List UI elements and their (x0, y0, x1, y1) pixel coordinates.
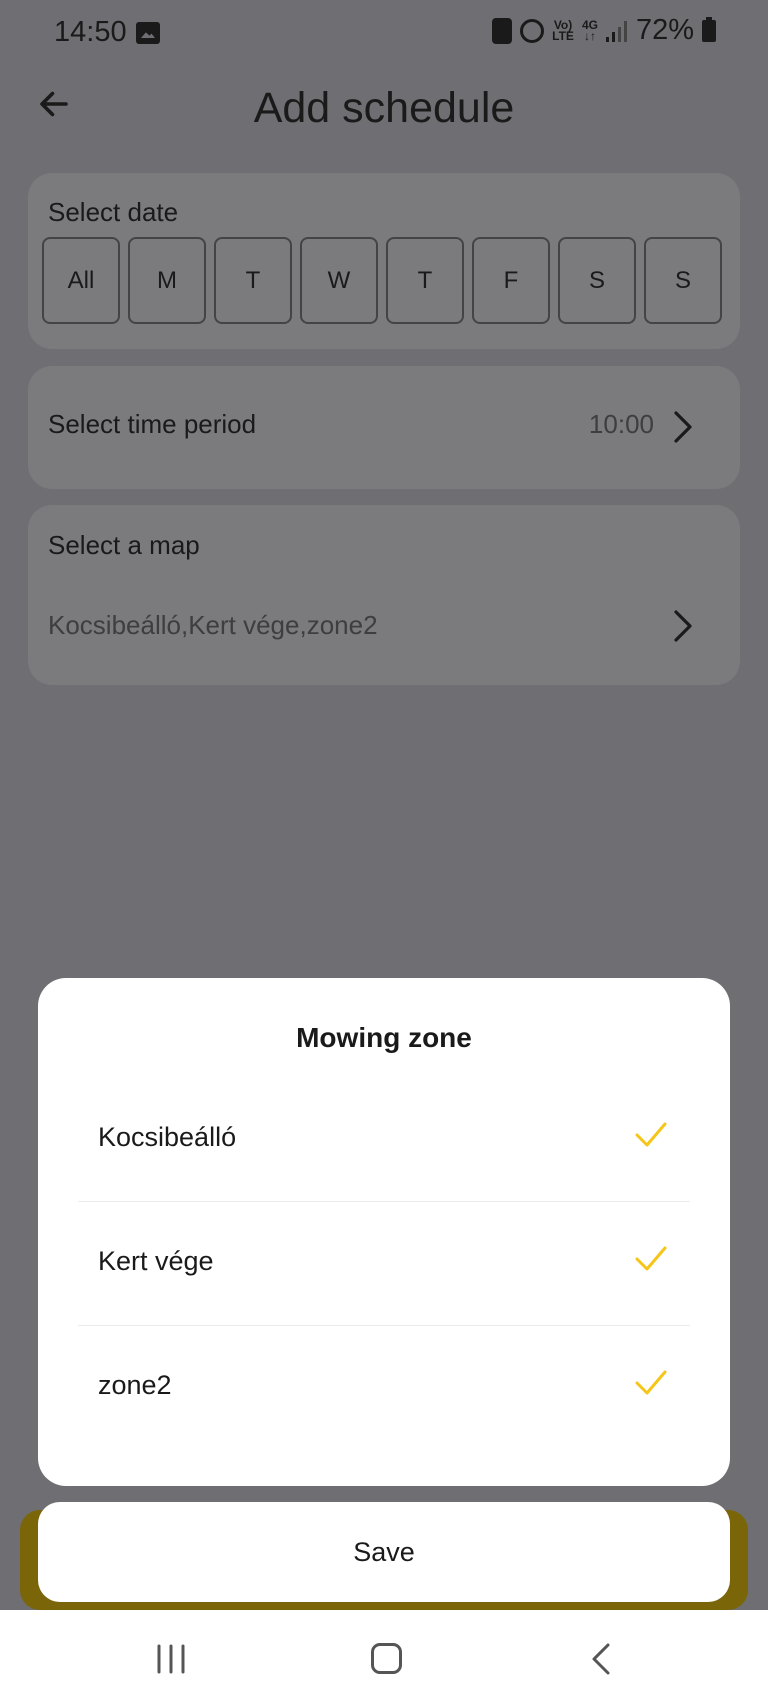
check-icon (635, 1122, 667, 1147)
battery-percentage: 72% (635, 14, 694, 46)
chevron-right-icon (674, 610, 692, 642)
time-period-value: 10:00 (588, 409, 654, 439)
system-navigation-bar (0, 1610, 768, 1706)
day-button-thursday[interactable]: T (386, 237, 464, 324)
check-icon (635, 1246, 667, 1271)
selected-maps-value: Kocsibeálló,Kert vége,zone2 (48, 610, 378, 640)
home-icon[interactable] (371, 1643, 402, 1674)
alarm-icon (520, 18, 545, 43)
dialog-title: Mowing zone (296, 1022, 472, 1053)
day-button-tuesday[interactable]: T (214, 237, 292, 324)
nav-back-icon[interactable] (590, 1642, 612, 1676)
status-bar: 14:50 Vo) LTE 4G ↓↑ 72% (0, 0, 768, 68)
select-map-row[interactable]: Select a map Kocsibeálló,Kert vége,zone2 (28, 505, 740, 685)
day-selector: All M T W T F S S (42, 237, 722, 324)
zone-label: Kert vége (98, 1246, 214, 1276)
zone-item-zone2[interactable]: zone2 (78, 1326, 690, 1450)
zone-label: Kocsibeálló (98, 1122, 237, 1152)
mobile-data-indicator: 4G ↓↑ (581, 17, 598, 43)
day-button-saturday[interactable]: S (558, 237, 636, 324)
zone-item-kocsibeallo[interactable]: Kocsibeálló (78, 1078, 690, 1202)
battery-icon (702, 16, 716, 42)
mowing-zone-dialog: Mowing zone Kocsibeálló Kert vége zone2 (38, 978, 730, 1486)
zone-label: zone2 (98, 1370, 172, 1400)
select-date-card: Select date All M T W T F S S (28, 173, 740, 349)
battery-saver-icon (492, 17, 513, 44)
page-title: Add schedule (253, 84, 515, 132)
status-icons: Vo) LTE 4G ↓↑ 72% (492, 14, 716, 47)
day-button-wednesday[interactable]: W (300, 237, 378, 324)
recents-icon[interactable] (156, 1644, 186, 1674)
save-button[interactable]: Save (38, 1502, 730, 1602)
check-icon (635, 1370, 667, 1395)
day-button-sunday[interactable]: S (644, 237, 722, 324)
day-button-friday[interactable]: F (472, 237, 550, 324)
select-date-label: Select date (48, 197, 179, 227)
day-button-all[interactable]: All (42, 237, 120, 324)
signal-icon (605, 20, 628, 42)
select-time-period-label: Select time period (48, 409, 257, 439)
zone-item-kert-vege[interactable]: Kert vége (78, 1202, 690, 1326)
zone-list: Kocsibeálló Kert vége zone2 (78, 1078, 690, 1450)
chevron-right-icon (674, 411, 692, 443)
volte-indicator: Vo) LTE (552, 17, 574, 43)
status-time: 14:50 (54, 16, 127, 48)
select-map-label: Select a map (48, 530, 200, 560)
select-time-period-row[interactable]: Select time period 10:00 (28, 366, 740, 489)
gallery-notification-icon (136, 22, 160, 44)
day-button-monday[interactable]: M (128, 237, 206, 324)
app-screen: 14:50 Vo) LTE 4G ↓↑ 72% Add schedule Sel… (0, 0, 768, 1706)
